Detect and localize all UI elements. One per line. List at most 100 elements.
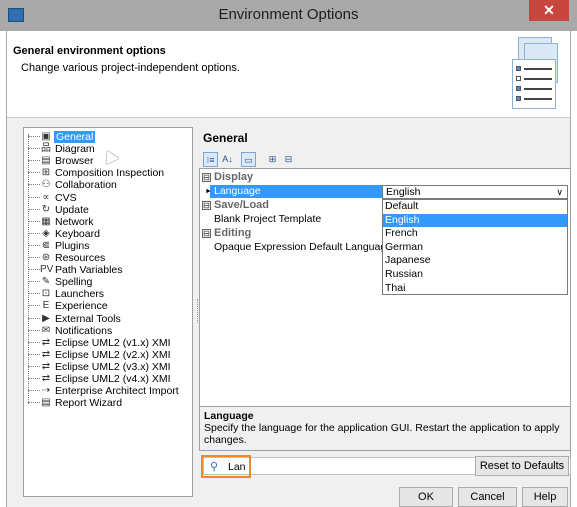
spelling-icon: ✎ (41, 276, 51, 288)
tree-item-label: Eclipse UML2 (v3.x) XMI (55, 360, 171, 373)
window-title: Environment Options (218, 6, 359, 23)
tree-item-label: Enterprise Architect Import (55, 385, 179, 398)
tree-connector (28, 341, 40, 343)
selected-row-arrow-icon: ► (205, 188, 212, 195)
dropdown-option-french[interactable]: French (383, 227, 567, 240)
tree-item-label: Network (55, 215, 94, 228)
description-panel: Language Specify the language for the ap… (199, 407, 571, 451)
tree-item-label: External Tools (55, 312, 121, 325)
description-toggle-icon[interactable]: ▭ (241, 152, 256, 167)
tree-item-label: Experience (55, 300, 108, 313)
collapse-icon[interactable]: ⊟ (202, 201, 211, 210)
header-description: Change various project-independent optio… (21, 62, 240, 74)
categorized-icon[interactable]: ⁝≡ (203, 152, 218, 167)
expand-all-icon[interactable]: ⊞ (265, 152, 280, 167)
xmi-icon: ⇄ (41, 373, 51, 384)
tree-connector (28, 172, 40, 174)
tree-connector (28, 293, 40, 295)
tree-item-label: CVS (55, 191, 77, 204)
ea-import-icon: ⇢ (41, 385, 51, 397)
launchers-icon: ⊡ (41, 288, 51, 300)
dropdown-option-russian[interactable]: Russian (383, 268, 567, 281)
cancel-button[interactable]: Cancel (458, 487, 517, 507)
tree-item-label: Eclipse UML2 (v2.x) XMI (55, 348, 171, 361)
tree-connector (28, 390, 40, 392)
tree-connector (28, 160, 40, 162)
title-bar: Environment Options ✕ (0, 0, 577, 31)
xmi-icon: ⇄ (41, 360, 51, 372)
property-grid[interactable]: ⊟ Display ► Language ⊟ Save/Load Blank Pro… (199, 168, 571, 407)
help-button[interactable]: Help (522, 487, 568, 507)
property-name: Language (214, 185, 261, 197)
dropdown-option-thai[interactable]: Thai (383, 282, 567, 295)
general-icon: ▣ (41, 131, 51, 142)
reset-to-defaults-button[interactable]: Reset to Defaults (475, 456, 569, 476)
browser-icon: ▤ (41, 155, 51, 167)
page-title: General (203, 131, 248, 145)
collapse-icon[interactable]: ⊟ (202, 229, 211, 238)
close-button[interactable]: ✕ (529, 0, 569, 21)
update-icon: ↻ (41, 203, 51, 215)
dropdown-option-japanese[interactable]: Japanese (383, 254, 567, 267)
tree-item-label: Plugins (55, 239, 90, 252)
dropdown-option-english[interactable]: English (383, 213, 567, 227)
search-highlight-box (201, 455, 251, 478)
property-name: Blank Project Template (214, 213, 322, 225)
collapse-all-icon[interactable]: ⊟ (281, 152, 296, 167)
tree-item-label: Composition Inspection (55, 167, 165, 180)
tree-connector (28, 232, 40, 234)
tree-item-label: General (54, 131, 96, 143)
category-display[interactable]: ⊟ Display (202, 171, 570, 184)
experience-icon: E (42, 300, 50, 312)
tree-item-label: Browser (55, 155, 94, 168)
tree-item-label: Eclipse UML2 (v1.x) XMI (55, 336, 171, 349)
tree-item-label: Diagram (55, 143, 95, 156)
tree-connector (28, 244, 40, 246)
resources-icon: ⊛ (41, 252, 51, 263)
tree-connector (28, 378, 40, 379)
sort-alpha-icon[interactable]: A↓ (220, 152, 235, 167)
header-title: General environment options (13, 45, 166, 57)
dropdown-option-default[interactable]: Default (383, 200, 567, 213)
cvs-icon: ∝ (42, 191, 50, 203)
tree-connector (28, 317, 40, 319)
tree-connector (28, 220, 40, 222)
xmi-icon: ⇄ (41, 336, 51, 348)
tree-item-label: Keyboard (55, 227, 100, 240)
diagram-icon: 品 (41, 143, 51, 155)
options-illustration-icon (504, 37, 560, 113)
tree-item-label: Eclipse UML2 (v4.x) XMI (55, 373, 171, 385)
property-name: Opaque Expression Default Language (214, 241, 393, 253)
options-tree[interactable]: ▣ General 品 Diagram ▤ Browser ⊞ Composition Ins… (23, 127, 193, 497)
language-dropdown-list[interactable]: Default English French German Japanese Russia… (382, 199, 568, 295)
tree-connector (28, 329, 40, 331)
tree-connector (28, 305, 40, 307)
tree-item-label: Notifications (55, 324, 113, 337)
tree-item-label: Resources (55, 252, 106, 264)
tree-connector (28, 196, 40, 198)
tree-item-label: Spelling (55, 276, 93, 289)
header-band: General environment options Change vario… (7, 31, 570, 118)
path-variables-icon: PV (40, 264, 54, 276)
xmi-icon: ⇄ (41, 348, 51, 360)
notifications-icon: ✉ (41, 324, 51, 336)
network-icon: ▦ (41, 215, 51, 227)
dialog-body: General environment options Change vario… (6, 31, 571, 507)
tree-item-label: Update (55, 203, 89, 216)
tree-connector (28, 353, 40, 355)
tree-connector (28, 257, 40, 258)
chevron-down-icon[interactable]: ∨ (556, 186, 563, 198)
tree-connector (28, 208, 40, 210)
tree-item-label: Report Wizard (55, 397, 123, 410)
report-wizard-icon: ▤ (41, 397, 51, 409)
dropdown-option-german[interactable]: German (383, 241, 567, 254)
collapse-icon[interactable]: ⊟ (202, 173, 211, 182)
tree-connector (28, 281, 40, 283)
description-title: Language (204, 410, 254, 422)
tree-item-label: Collaboration (55, 179, 117, 192)
language-dropdown[interactable]: English ∨ (382, 185, 568, 199)
ok-button[interactable]: OK (399, 487, 453, 507)
composition-icon: ⊞ (41, 167, 51, 179)
tree-connector (28, 402, 40, 404)
description-text: Specify the language for the application… (204, 422, 560, 446)
